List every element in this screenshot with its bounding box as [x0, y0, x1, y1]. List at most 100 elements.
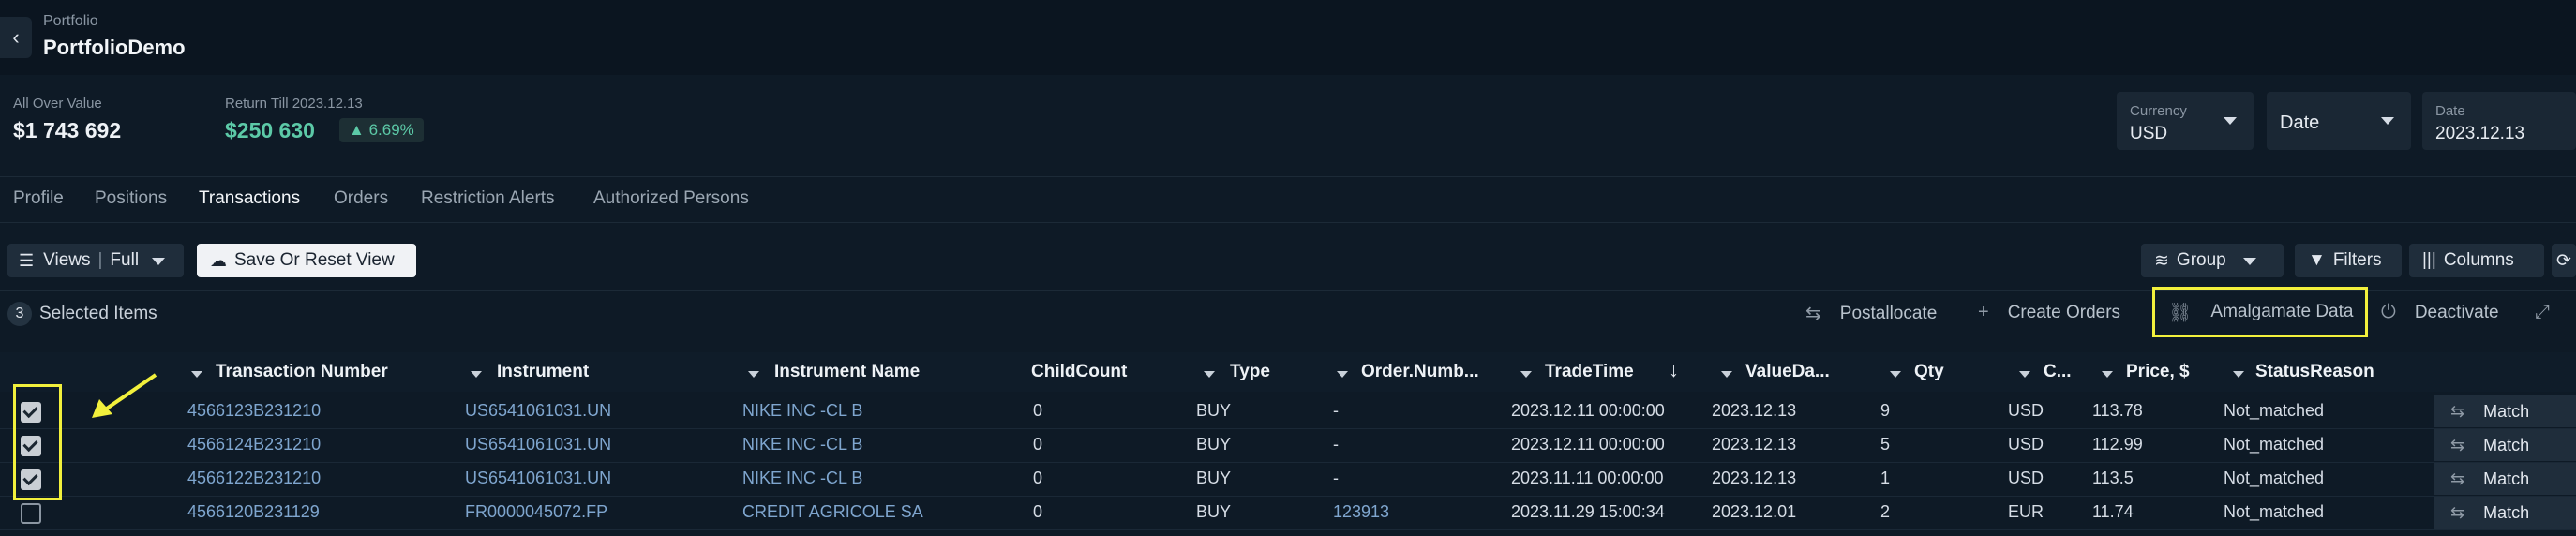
amalgamate-data-button[interactable]: ⛓ Amalgamate Data	[2152, 287, 2368, 337]
sort-desc-arrow-icon[interactable]: ↓	[1669, 358, 1679, 382]
columns-button[interactable]: ||| Columns	[2409, 244, 2544, 277]
cell-childcount: 0	[1033, 502, 1043, 521]
cell-currency: USD	[2008, 469, 2044, 487]
match-button[interactable]: ⇆ Match	[2434, 463, 2576, 495]
sort-caret-icon[interactable]	[2019, 371, 2030, 378]
cell-instrument-name[interactable]: NIKE INC -CL B	[742, 401, 862, 421]
sort-caret-icon[interactable]	[1204, 371, 1215, 378]
allover-value: $1 743 692	[13, 118, 122, 142]
col-transaction-number[interactable]: Transaction Number	[216, 362, 388, 382]
postallocate-button[interactable]: ⇆ Postallocate	[1805, 302, 1937, 325]
sort-caret-icon[interactable]	[2233, 371, 2244, 378]
cell-instrument[interactable]: US6541061031.UN	[465, 469, 611, 488]
create-orders-button[interactable]: + Create Orders	[1978, 302, 2120, 323]
date-picker[interactable]: Date 2023.12.13	[2422, 92, 2576, 150]
cell-currency: USD	[2008, 435, 2044, 454]
cell-instrument-name[interactable]: NIKE INC -CL B	[742, 435, 862, 454]
cell-transaction-number[interactable]: 4566120B231129	[187, 502, 320, 522]
table-row[interactable]	[0, 395, 2576, 429]
col-currency[interactable]: C...	[2044, 362, 2072, 382]
group-button[interactable]: ≋ Group	[2141, 244, 2284, 277]
views-button[interactable]: ☰ Views | Full	[7, 244, 184, 277]
tab-authorized-persons[interactable]: Authorized Persons	[593, 188, 749, 209]
cell-instrument[interactable]: US6541061031.UN	[465, 401, 611, 421]
sort-caret-icon[interactable]	[1721, 371, 1732, 378]
cell-price: 112.99	[2092, 435, 2143, 454]
cell-order-number: -	[1333, 401, 1339, 420]
tab-orders[interactable]: Orders	[334, 188, 388, 209]
table-row[interactable]	[0, 428, 2576, 463]
col-valuedate[interactable]: ValueDa...	[1745, 362, 1830, 382]
row-checkbox[interactable]	[21, 503, 41, 524]
tab-profile[interactable]: Profile	[13, 188, 64, 209]
col-instrument-name[interactable]: Instrument Name	[774, 362, 920, 382]
refresh-button[interactable]: ⟳	[2552, 244, 2576, 277]
cell-instrument-name[interactable]: CREDIT AGRICOLE SA	[742, 502, 923, 522]
cell-tradetime: 2023.12.11 00:00:00	[1511, 401, 1665, 420]
cell-transaction-number[interactable]: 4566124B231210	[187, 435, 321, 454]
currency-select[interactable]: Currency USD	[2117, 92, 2254, 150]
col-type[interactable]: Type	[1230, 362, 1270, 382]
cell-valuedate: 2023.12.13	[1712, 435, 1797, 454]
col-instrument[interactable]: Instrument	[497, 362, 589, 382]
cell-instrument[interactable]: FR0000045072.FP	[465, 502, 607, 522]
cell-transaction-number[interactable]: 4566123B231210	[187, 401, 321, 421]
sort-caret-icon[interactable]	[2102, 371, 2113, 378]
cell-transaction-number[interactable]: 4566122B231210	[187, 469, 321, 488]
expand-icon[interactable]: ⤢	[2535, 302, 2550, 323]
chevron-down-icon	[152, 258, 166, 265]
date-mode-select[interactable]: Date	[2267, 92, 2411, 150]
swap-icon: ⇆	[2450, 502, 2465, 522]
swap-icon: ⇆	[2450, 401, 2465, 421]
col-statusreason[interactable]: StatusReason	[2255, 362, 2374, 382]
col-order-number[interactable]: Order.Numb...	[1361, 362, 1479, 382]
cell-type: BUY	[1196, 502, 1232, 521]
breadcrumb[interactable]: Portfolio	[43, 13, 98, 30]
tab-transactions[interactable]: Transactions	[199, 188, 300, 209]
sort-caret-icon[interactable]	[1520, 371, 1532, 378]
sort-caret-icon[interactable]	[748, 371, 759, 378]
tab-restriction-alerts[interactable]: Restriction Alerts	[421, 188, 555, 209]
cell-valuedate: 2023.12.13	[1712, 401, 1797, 420]
sort-caret-icon[interactable]	[1890, 371, 1901, 378]
cell-tradetime: 2023.11.29 15:00:34	[1511, 502, 1665, 521]
match-button[interactable]: ⇆ Match	[2434, 497, 2576, 529]
tab-positions[interactable]: Positions	[95, 188, 167, 209]
cell-qty: 2	[1880, 502, 1891, 521]
cell-instrument-name[interactable]: NIKE INC -CL B	[742, 469, 862, 488]
cell-statusreason: Not_matched	[2224, 469, 2325, 487]
col-tradetime[interactable]: TradeTime	[1545, 362, 1634, 382]
sort-caret-icon[interactable]	[471, 371, 482, 378]
sort-caret-icon[interactable]	[1337, 371, 1348, 378]
match-button[interactable]: ⇆ Match	[2434, 429, 2576, 461]
back-button[interactable]: ‹	[0, 17, 32, 58]
cloud-icon: ☁	[210, 250, 227, 270]
cell-childcount: 0	[1033, 435, 1043, 454]
save-reset-view-button[interactable]: ☁ Save Or Reset View	[197, 244, 416, 277]
col-price[interactable]: Price, $	[2126, 362, 2190, 382]
match-button[interactable]: ⇆ Match	[2434, 395, 2576, 427]
return-percent-badge: ▲ 6.69%	[339, 118, 424, 142]
filter-icon: ▼	[2308, 250, 2326, 270]
col-qty[interactable]: Qty	[1914, 362, 1944, 382]
selected-count-badge: 3	[7, 302, 32, 326]
filters-button[interactable]: ▼ Filters	[2295, 244, 2402, 277]
power-icon: ⏻	[2381, 302, 2396, 322]
link-icon: ⛓	[2168, 302, 2193, 323]
cell-order-number: -	[1333, 435, 1339, 454]
checkbox-highlight-box	[13, 384, 62, 500]
sort-caret-icon[interactable]	[191, 371, 202, 378]
table-row[interactable]	[0, 462, 2576, 497]
cell-price: 113.78	[2092, 401, 2143, 420]
cell-valuedate: 2023.12.13	[1712, 469, 1797, 487]
cell-instrument[interactable]: US6541061031.UN	[465, 435, 611, 454]
columns-icon: |||	[2422, 250, 2436, 270]
cell-order-number: 123913	[1333, 502, 1390, 521]
allover-label: All Over Value	[13, 96, 102, 112]
refresh-icon: ⟳	[2556, 250, 2571, 271]
cell-statusreason: Not_matched	[2224, 502, 2325, 521]
page-title: PortfolioDemo	[43, 36, 186, 59]
deactivate-button[interactable]: ⏻ Deactivate	[2381, 302, 2499, 323]
table-row[interactable]	[0, 496, 2576, 530]
col-childcount[interactable]: ChildCount	[1031, 362, 1127, 382]
